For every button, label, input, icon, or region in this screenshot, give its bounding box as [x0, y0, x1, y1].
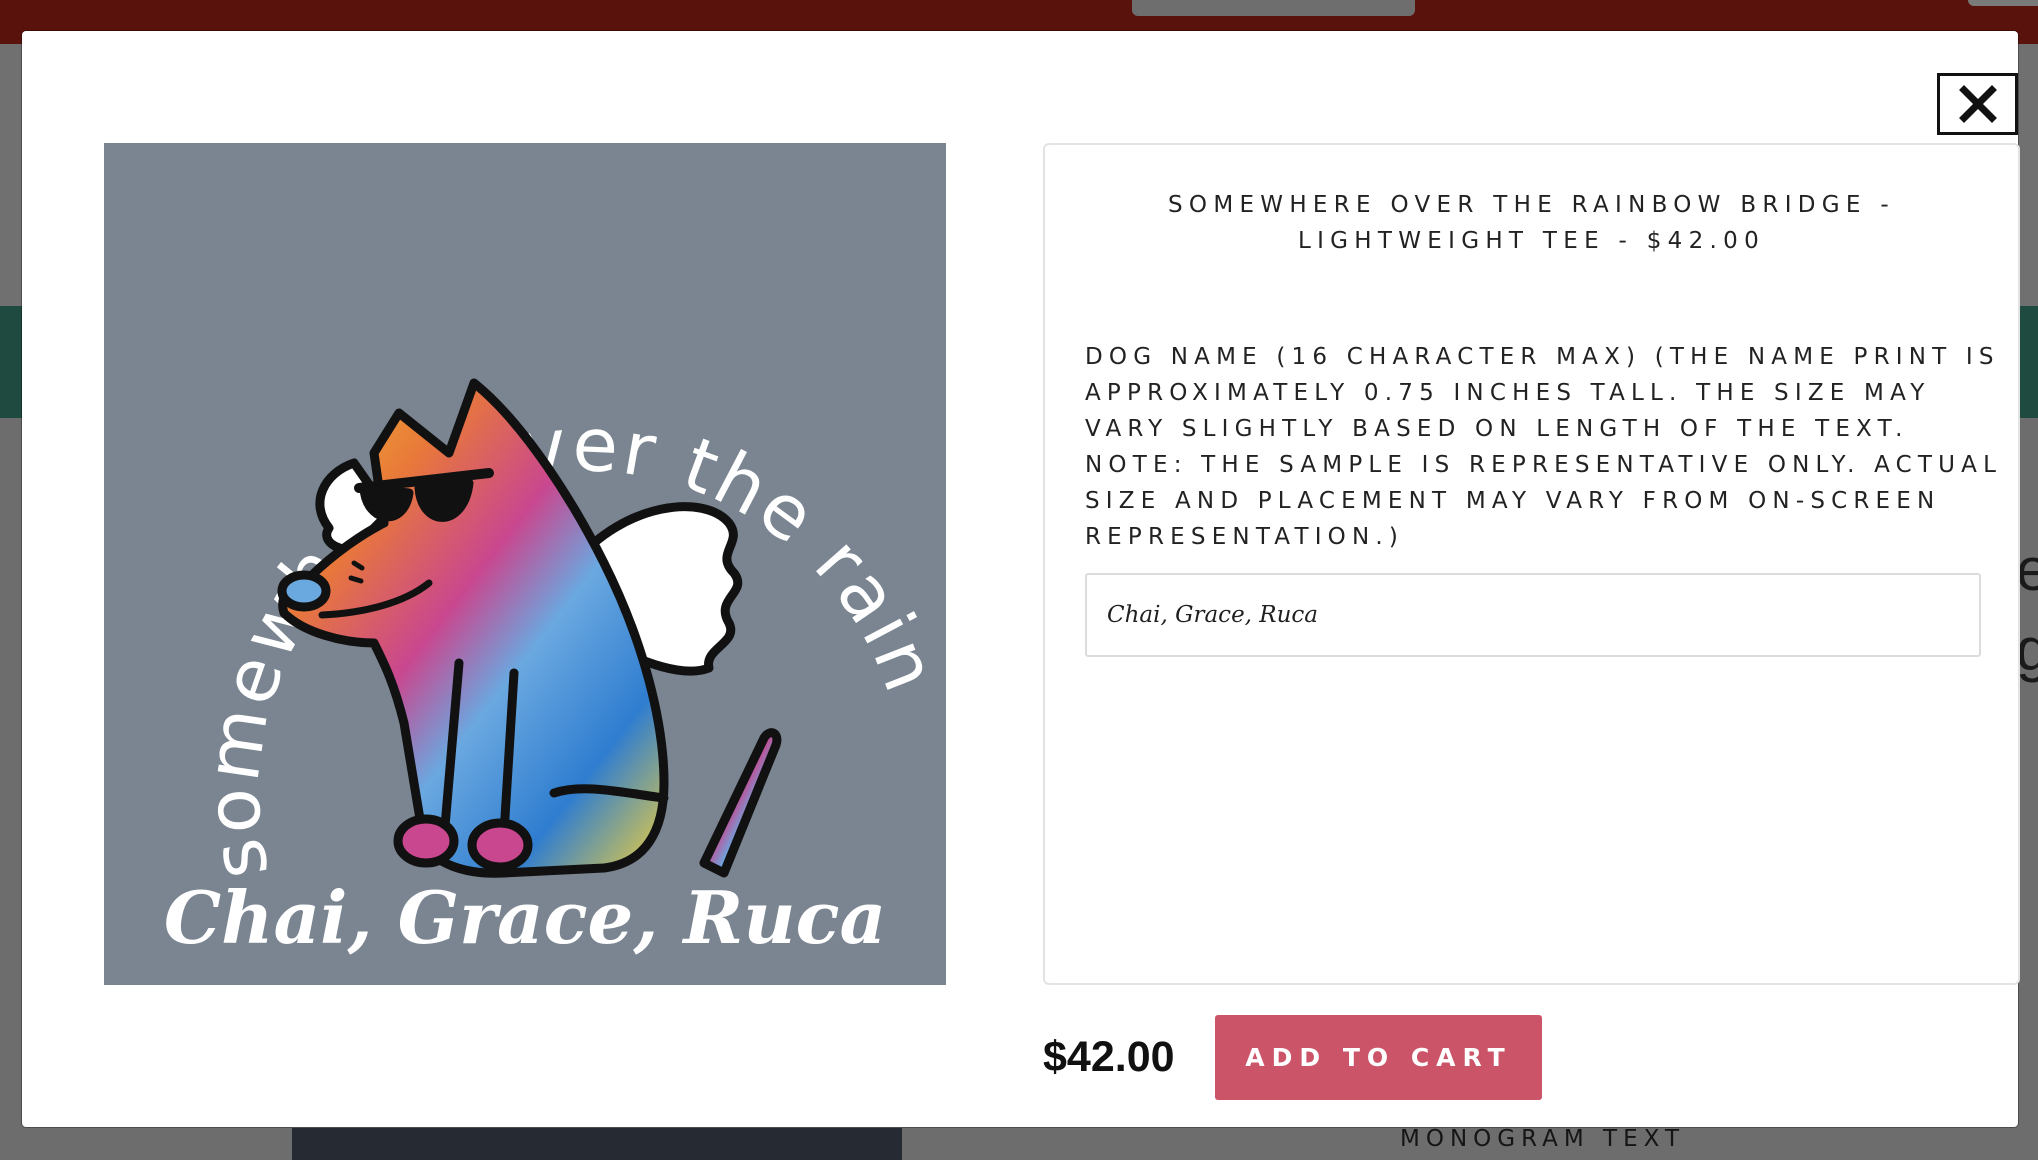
artwork-name-text: Chai, Grace, Ruca	[164, 875, 886, 960]
dog-name-label-line: REPRESENTATION.)	[1085, 524, 1405, 550]
dog-name-input[interactable]	[1085, 573, 1981, 657]
dog-name-label-line: APPROXIMATELY 0.75 INCHES TALL. THE SIZE…	[1085, 380, 1931, 406]
product-title-line: SOMEWHERE OVER THE RAINBOW BRIDGE -	[1168, 192, 1895, 218]
background-top-bar-pill	[1132, 0, 1415, 16]
product-title-line: LIGHTWEIGHT TEE - $42.00	[1297, 228, 1765, 254]
product-options-modal: somewhere over the rainbow bridge	[22, 31, 2020, 1127]
background-monogram-label: MONOGRAM TEXT	[1400, 1126, 1685, 1152]
product-artwork-preview: somewhere over the rainbow bridge	[104, 143, 946, 985]
product-title: SOMEWHERE OVER THE RAINBOW BRIDGE - LIGH…	[1045, 187, 2018, 259]
dog-name-label-line: SIZE AND PLACEMENT MAY VARY FROM ON-SCRE…	[1085, 488, 1941, 514]
dog-name-label-line: VARY SLIGHTLY BASED ON LENGTH OF THE TEX…	[1085, 416, 1909, 442]
close-button[interactable]	[1937, 73, 2018, 135]
background-product-image	[292, 1128, 902, 1160]
product-price: $42.00	[1043, 1033, 1175, 1081]
artwork-svg: somewhere over the rainbow bridge	[104, 143, 946, 960]
dog-name-label-line: NOTE: THE SAMPLE IS REPRESENTATIVE ONLY.…	[1085, 452, 2003, 478]
background-top-bar-corner	[1968, 0, 2038, 6]
dog-name-field-label: DOG NAME (16 CHARACTER MAX) (THE NAME PR…	[1085, 339, 2003, 555]
product-options-panel: SOMEWHERE OVER THE RAINBOW BRIDGE - LIGH…	[1043, 143, 2020, 985]
add-to-cart-button[interactable]: ADD TO CART	[1215, 1015, 1542, 1100]
dog-name-label-line: DOG NAME (16 CHARACTER MAX) (THE NAME PR…	[1085, 344, 2000, 370]
close-x-icon	[1958, 85, 1997, 123]
